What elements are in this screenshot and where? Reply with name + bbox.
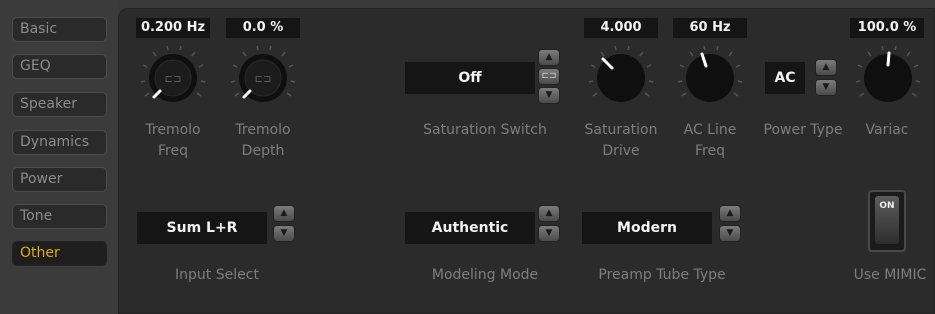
input-select-up-button[interactable]: ▲ (273, 205, 295, 222)
tremolo-depth-readout: 0.0 % (226, 18, 300, 38)
tremolo-depth-label-2: Depth (241, 143, 285, 159)
power-type-value: AC (765, 62, 805, 94)
saturation-switch-value: Off (405, 62, 535, 94)
input-select-down-button[interactable]: ▼ (273, 225, 295, 242)
saturation-switch-label: Saturation Switch (423, 122, 547, 138)
tremolo-depth-label: Tremolo (235, 122, 291, 138)
power-type-label: Power Type (763, 122, 843, 138)
tab-speaker[interactable]: Speaker (12, 92, 107, 117)
ac-line-freq-knob[interactable] (675, 43, 745, 113)
use-mimic-label: Use MIMIC (853, 267, 927, 283)
use-mimic-toggle[interactable]: ON (868, 190, 906, 252)
input-select-label: Input Select (175, 267, 259, 283)
tab-other[interactable]: Other (12, 241, 107, 266)
ac-line-freq-label-2: Freq (695, 143, 725, 159)
modeling-mode-value: Authentic (405, 212, 535, 244)
sidebar: Basic GEQ Speaker Dynamics Power Tone Ot… (0, 0, 118, 314)
saturation-drive-label: Saturation (584, 122, 658, 138)
preamp-tube-type-down-button[interactable]: ▼ (719, 225, 741, 242)
tremolo-depth-knob[interactable]: ⊏⊐ (228, 43, 298, 113)
svg-text:⊏⊐: ⊏⊐ (255, 74, 272, 85)
tremolo-freq-label: Tremolo (145, 122, 201, 138)
preamp-tube-type-up-button[interactable]: ▲ (719, 205, 741, 222)
input-select-value: Sum L+R (137, 212, 267, 244)
svg-text:⊏⊐: ⊏⊐ (165, 74, 182, 85)
saturation-drive-knob[interactable] (586, 43, 656, 113)
saturation-drive-readout: 4.000 (584, 18, 658, 38)
saturation-switch-up-button[interactable]: ▲ (538, 49, 560, 66)
preamp-tube-type-value: Modern (582, 212, 712, 244)
power-type-up-button[interactable]: ▲ (815, 59, 837, 76)
variac-readout: 100.0 % (850, 18, 924, 38)
tab-basic[interactable]: Basic (12, 17, 107, 42)
tab-geq[interactable]: GEQ (12, 54, 107, 79)
tab-power[interactable]: Power (12, 167, 107, 192)
saturation-switch-down-button[interactable]: ▼ (538, 87, 560, 104)
modeling-mode-label: Modeling Mode (431, 267, 539, 283)
ac-line-freq-label: AC Line (683, 122, 737, 138)
use-mimic-toggle-text: ON (875, 196, 899, 244)
saturation-drive-label-2: Drive (602, 143, 640, 159)
tab-tone[interactable]: Tone (12, 204, 107, 229)
modeling-mode-up-button[interactable]: ▲ (538, 205, 560, 222)
preamp-tube-type-label: Preamp Tube Type (598, 267, 726, 283)
modeling-mode-down-button[interactable]: ▼ (538, 225, 560, 242)
tremolo-freq-readout: 0.200 Hz (136, 18, 210, 38)
tab-dynamics[interactable]: Dynamics (12, 130, 107, 155)
ac-line-freq-readout: 60 Hz (673, 18, 747, 38)
power-type-down-button[interactable]: ▼ (815, 79, 837, 96)
tremolo-freq-knob[interactable]: ⊏⊐ (138, 43, 208, 113)
variac-label: Variac (865, 122, 909, 138)
saturation-switch-link-button[interactable]: ⊏⊐ (538, 68, 560, 85)
tremolo-freq-label-2: Freq (158, 143, 188, 159)
variac-knob[interactable] (853, 43, 923, 113)
